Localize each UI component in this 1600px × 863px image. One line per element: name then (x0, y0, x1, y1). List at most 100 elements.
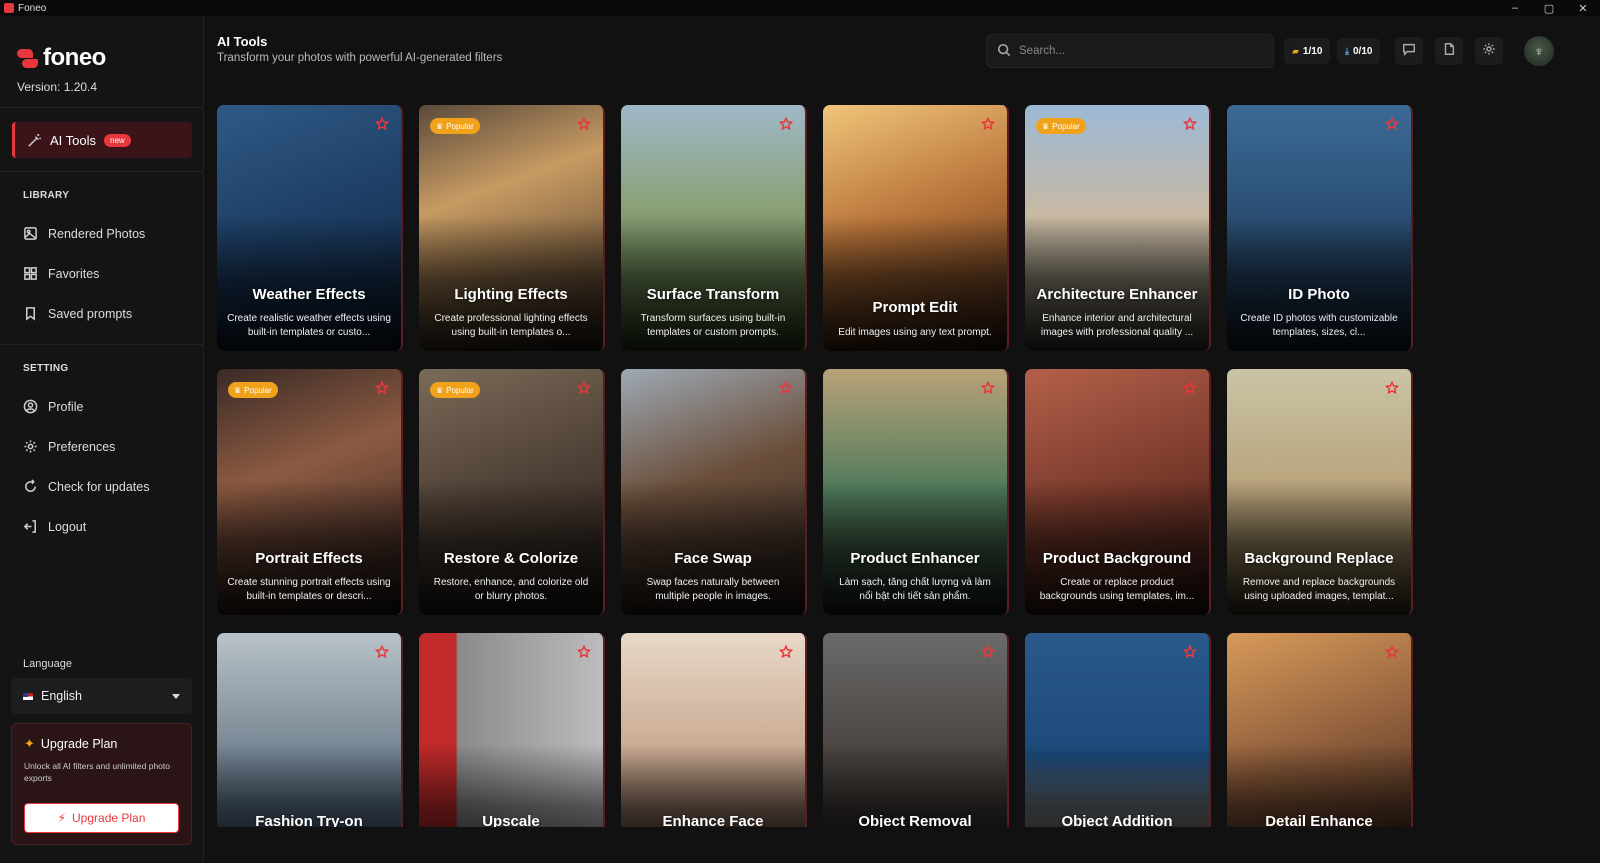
tool-card[interactable]: Face Swap Swap faces naturally between mu… (621, 369, 807, 615)
tool-card[interactable]: Object Removal (823, 633, 1009, 827)
search-placeholder: Search... (1019, 45, 1066, 57)
tool-card[interactable]: Enhance Face (621, 633, 807, 827)
sidebar-item-favorites[interactable]: Favorites (23, 266, 99, 281)
popular-label: Popular (1052, 121, 1080, 131)
logo-text: foneo (43, 44, 106, 71)
sidebar-item-label: Profile (48, 399, 84, 414)
tool-card[interactable]: Surface Transform Transform surfaces usin… (621, 105, 807, 351)
favorite-star-icon[interactable] (980, 116, 996, 131)
upgrade-plan-button[interactable]: ⚡ Upgrade Plan (24, 803, 179, 833)
favorite-star-icon[interactable] (980, 644, 996, 659)
tool-card-description: Làm sạch, tăng chất lượng và làm nổi bật… (839, 577, 991, 602)
tool-card-title: Face Swap (674, 550, 752, 567)
favorite-star-icon[interactable] (1182, 644, 1198, 659)
us-flag-icon (23, 692, 33, 700)
language-select[interactable]: English (11, 678, 192, 714)
grid-icon (23, 266, 38, 281)
favorite-star-icon[interactable] (778, 380, 794, 395)
upgrade-plan-card: ✦ Upgrade Plan Unlock all AI filters and… (11, 723, 192, 845)
popular-badge: ♛ Popular (228, 382, 278, 398)
tool-card-overlay (621, 633, 805, 827)
tool-card[interactable]: Fashion Try-on (217, 633, 403, 827)
tool-card[interactable]: ♛ Popular Portrait Effects Create stunning … (217, 369, 403, 615)
exports-counter[interactable]: ⤓ 0/10 (1337, 38, 1381, 64)
gear-icon (23, 439, 38, 454)
page-subtitle: Transform your photos with powerful AI-g… (217, 52, 503, 64)
favorite-star-icon[interactable] (1384, 116, 1400, 131)
maximize-button[interactable]: ▢ (1532, 2, 1566, 15)
tool-card-title: Fashion Try-on (255, 813, 363, 827)
sidebar-item-label: Logout (48, 519, 87, 534)
feedback-button[interactable] (1395, 37, 1423, 65)
close-button[interactable]: ✕ (1566, 2, 1600, 15)
favorite-star-icon[interactable] (1182, 116, 1198, 131)
tool-card[interactable]: Product Background Create or replace prod… (1025, 369, 1211, 615)
tool-card-description: Create ID photos with customizable templ… (1240, 313, 1398, 338)
magic-wand-icon (27, 133, 42, 148)
logout-icon (23, 519, 38, 534)
sidebar-item-rendered-photos[interactable]: Rendered Photos (23, 226, 145, 241)
sidebar-item-logout[interactable]: Logout (23, 519, 86, 534)
credits-value: 1/10 (1302, 45, 1323, 57)
tool-card[interactable]: Upscale (419, 633, 605, 827)
tool-card-title: Portrait Effects (255, 550, 363, 567)
tool-card[interactable]: ID Photo Create ID photos with customizab… (1227, 105, 1413, 351)
upgrade-title: Upgrade Plan (40, 737, 118, 751)
avatar[interactable]: ♆ (1524, 36, 1554, 66)
favorite-star-icon[interactable] (778, 644, 794, 659)
image-icon (23, 226, 38, 241)
page-header: AI Tools Transform your photos with powe… (217, 34, 502, 64)
bookmark-icon (23, 306, 38, 321)
favorite-star-icon[interactable] (576, 116, 592, 131)
divider (0, 344, 204, 345)
search-input[interactable]: Search... (986, 34, 1274, 68)
favorite-star-icon[interactable] (1182, 380, 1198, 395)
tool-card[interactable]: Background Replace Remove and replace bac… (1227, 369, 1413, 615)
tool-card-overlay (419, 633, 603, 827)
tool-card[interactable]: ♛ Popular Architecture Enhancer Enhance int… (1025, 105, 1211, 351)
favorite-star-icon[interactable] (576, 380, 592, 395)
window-titlebar: Foneo – ▢ ✕ (0, 0, 1600, 16)
crown-icon: ♛ (436, 385, 444, 395)
tool-card[interactable]: ♛ Popular Restore & Colorize Restore, enhan… (419, 369, 605, 615)
refresh-icon (23, 479, 38, 494)
sidebar-item-check-updates[interactable]: Check for updates (23, 479, 149, 494)
favorite-star-icon[interactable] (778, 116, 794, 131)
favorite-star-icon[interactable] (374, 644, 390, 659)
tool-card-description: Create professional lighting effects usi… (434, 313, 588, 338)
favorite-star-icon[interactable] (374, 116, 390, 131)
tool-card-overlay (823, 633, 1007, 827)
sidebar-item-saved-prompts[interactable]: Saved prompts (23, 306, 132, 321)
new-badge: new (104, 133, 131, 147)
page-title: AI Tools (217, 34, 268, 49)
favorite-star-icon[interactable] (576, 644, 592, 659)
tool-card[interactable]: Weather Effects Create realistic weather … (217, 105, 403, 351)
language-label: Language (23, 658, 72, 670)
settings-button[interactable] (1475, 37, 1503, 65)
tool-card[interactable]: Product Enhancer Làm sạch, tăng chất lượn… (823, 369, 1009, 615)
sidebar-item-ai-tools[interactable]: AI Tools new (12, 122, 192, 158)
tool-card[interactable]: Object Addition (1025, 633, 1211, 827)
tool-card[interactable]: Detail Enhance (1227, 633, 1413, 827)
favorite-star-icon[interactable] (1384, 380, 1400, 395)
language-value: English (41, 689, 82, 703)
tool-card[interactable]: ♛ Popular Lighting Effects Create professio… (419, 105, 605, 351)
sidebar-item-profile[interactable]: Profile (23, 399, 83, 414)
tool-card-title: Architecture Enhancer (1036, 286, 1198, 303)
credits-counter[interactable]: ▰ 1/10 (1284, 38, 1331, 64)
divider (0, 107, 204, 108)
favorite-star-icon[interactable] (374, 380, 390, 395)
app-icon (4, 3, 14, 13)
popular-badge: ♛ Popular (430, 118, 480, 134)
tool-card-title: Enhance Face (662, 813, 764, 827)
minimize-button[interactable]: – (1498, 2, 1532, 15)
sidebar-item-preferences[interactable]: Preferences (23, 439, 115, 454)
tool-card-description: Remove and replace backgrounds using upl… (1242, 577, 1396, 602)
tool-card[interactable]: Prompt Edit Edit images using any text pr… (823, 105, 1009, 351)
document-button[interactable] (1435, 37, 1463, 65)
popular-label: Popular (244, 385, 272, 395)
upgrade-description: Unlock all AI filters and unlimited phot… (24, 761, 170, 783)
popular-label: Popular (446, 385, 474, 395)
favorite-star-icon[interactable] (980, 380, 996, 395)
favorite-star-icon[interactable] (1384, 644, 1400, 659)
